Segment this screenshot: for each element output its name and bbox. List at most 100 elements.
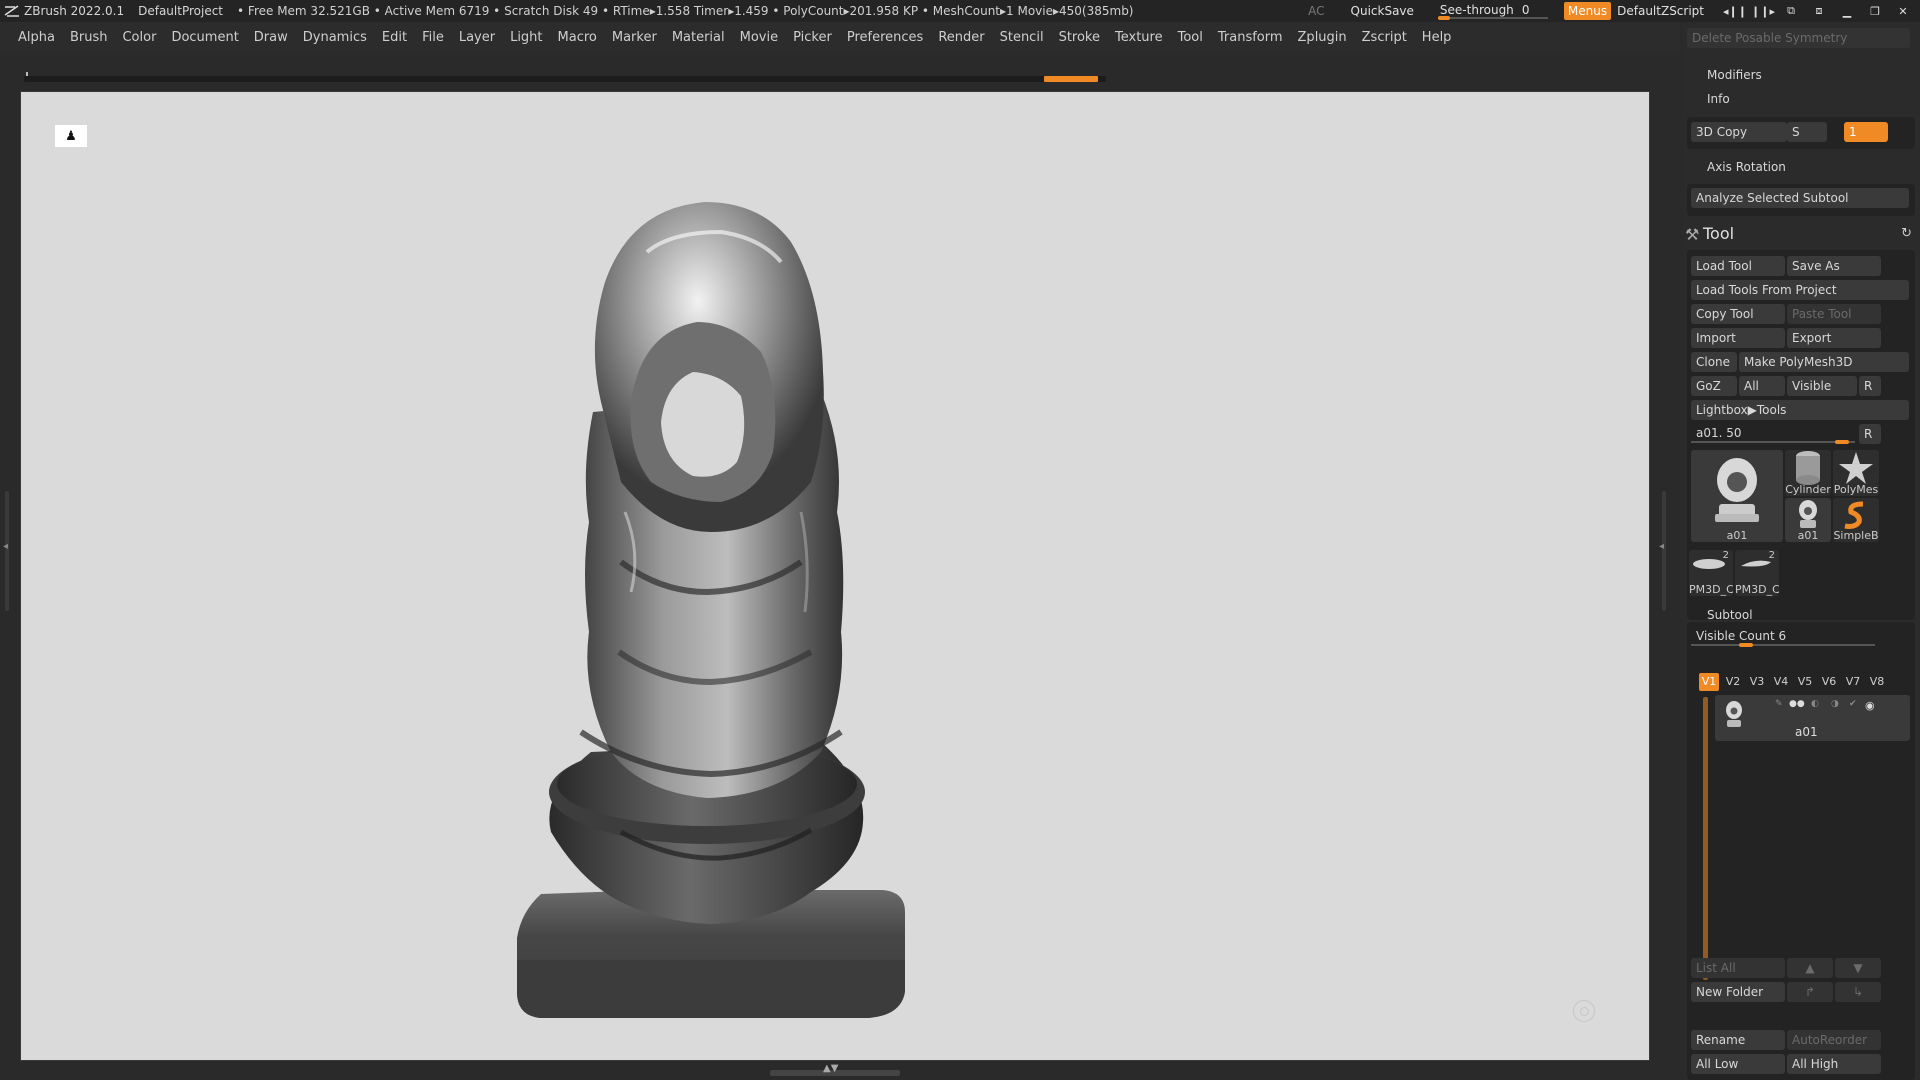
- goz-r-button[interactable]: R: [1859, 376, 1881, 396]
- menu-light[interactable]: Light: [510, 30, 542, 45]
- tool-thumb-a01-main[interactable]: a01: [1691, 450, 1783, 542]
- rename-button[interactable]: Rename: [1691, 1030, 1785, 1050]
- goz-visible-button[interactable]: Visible: [1787, 376, 1857, 396]
- subtool-material-icon[interactable]: ◐: [1811, 699, 1819, 709]
- document-canvas[interactable]: ♟: [20, 91, 1650, 1061]
- import-button[interactable]: Import: [1691, 328, 1785, 348]
- tool-r-button[interactable]: R: [1859, 424, 1881, 444]
- modifiers-header[interactable]: Modifiers: [1707, 68, 1762, 82]
- all-high-button[interactable]: All High: [1787, 1054, 1881, 1074]
- menu-draw[interactable]: Draw: [254, 30, 288, 45]
- paste-tool-button[interactable]: Paste Tool: [1787, 304, 1881, 324]
- subtool-header[interactable]: Subtool: [1707, 608, 1753, 622]
- move-into-folder-icon[interactable]: ↱: [1787, 982, 1833, 1002]
- default-zscript-button[interactable]: DefaultZScript: [1617, 4, 1704, 18]
- timeline-indicator[interactable]: [1044, 76, 1098, 82]
- visible-count-knob[interactable]: [1739, 643, 1753, 647]
- window-left-icon[interactable]: ⧉: [1780, 2, 1802, 20]
- menu-transform[interactable]: Transform: [1218, 30, 1283, 45]
- subtool-tab-v8[interactable]: V8: [1867, 673, 1887, 691]
- menu-marker[interactable]: Marker: [612, 30, 657, 45]
- all-low-button[interactable]: All Low: [1691, 1054, 1785, 1074]
- subtool-list-scrollbar[interactable]: [1703, 697, 1708, 980]
- tool-thumb-pm3d-2[interactable]: 2 PM3D_C: [1735, 550, 1779, 596]
- palette-narrow-icon[interactable]: ❙❙▸: [1751, 2, 1775, 20]
- expand-right-icon[interactable]: ◂: [1659, 541, 1664, 552]
- menu-render[interactable]: Render: [938, 30, 984, 45]
- menu-preferences[interactable]: Preferences: [847, 30, 923, 45]
- analyze-selected-subtool-button[interactable]: Analyze Selected Subtool: [1691, 188, 1909, 208]
- tool-palette-header[interactable]: ⚒ Tool ↻: [1683, 222, 1920, 248]
- menu-alpha[interactable]: Alpha: [18, 30, 55, 45]
- menu-material[interactable]: Material: [672, 30, 725, 45]
- axis-rotation-header[interactable]: Axis Rotation: [1707, 160, 1786, 174]
- subtool-tab-v5[interactable]: V5: [1795, 673, 1815, 691]
- project-name[interactable]: DefaultProject: [138, 4, 223, 18]
- make-polymesh3d-button[interactable]: Make PolyMesh3D: [1739, 352, 1909, 372]
- expand-left-icon[interactable]: ◂: [3, 541, 8, 552]
- timeline-track[interactable]: [24, 76, 1106, 82]
- new-folder-button[interactable]: New Folder: [1691, 982, 1785, 1002]
- menu-dynamics[interactable]: Dynamics: [303, 30, 367, 45]
- goz-all-button[interactable]: All: [1739, 376, 1785, 396]
- menu-brush[interactable]: Brush: [70, 30, 108, 45]
- load-tool-button[interactable]: Load Tool: [1691, 256, 1785, 276]
- see-through-slider[interactable]: See-through 0: [1437, 2, 1550, 20]
- palette-wide-icon[interactable]: ◂❙❙: [1723, 2, 1747, 20]
- lightbox-tools-button[interactable]: Lightbox▶Tools: [1691, 400, 1909, 420]
- menu-macro[interactable]: Macro: [558, 30, 597, 45]
- subtool-polypaint-icon[interactable]: ●●: [1789, 699, 1805, 709]
- sculpt-model[interactable]: [21, 92, 1651, 1062]
- subtool-tab-v6[interactable]: V6: [1819, 673, 1839, 691]
- goz-button[interactable]: GoZ: [1691, 376, 1737, 396]
- export-button[interactable]: Export: [1787, 328, 1881, 348]
- clone-button[interactable]: Clone: [1691, 352, 1737, 372]
- menu-picker[interactable]: Picker: [793, 30, 832, 45]
- menu-stencil[interactable]: Stencil: [1000, 30, 1044, 45]
- menu-document[interactable]: Document: [171, 30, 238, 45]
- subtool-tab-v7[interactable]: V7: [1843, 673, 1863, 691]
- menu-help[interactable]: Help: [1422, 30, 1452, 45]
- window-right-icon[interactable]: ⧈: [1808, 2, 1830, 20]
- menus-button[interactable]: Menus: [1563, 2, 1612, 20]
- close-icon[interactable]: ✕: [1892, 2, 1914, 20]
- move-down-icon[interactable]: ▼: [1835, 958, 1881, 978]
- subtool-tab-v4[interactable]: V4: [1771, 673, 1791, 691]
- menu-stroke[interactable]: Stroke: [1059, 30, 1100, 45]
- subtool-visibility-eye-icon[interactable]: ◉: [1865, 699, 1875, 712]
- menu-tool[interactable]: Tool: [1178, 30, 1203, 45]
- maximize-icon[interactable]: ❐: [1864, 2, 1886, 20]
- menu-edit[interactable]: Edit: [382, 30, 407, 45]
- expand-bottom-icon[interactable]: ▲▼: [823, 1063, 838, 1074]
- list-all-button[interactable]: List All: [1691, 958, 1785, 978]
- subtool-tab-v1[interactable]: V1: [1699, 673, 1719, 691]
- move-out-folder-icon[interactable]: ↳: [1835, 982, 1881, 1002]
- copy3d-button[interactable]: 3D Copy: [1691, 122, 1787, 142]
- subtool-merge-icon[interactable]: ✔: [1849, 699, 1857, 709]
- copy3d-value-field[interactable]: 1: [1844, 122, 1888, 142]
- move-up-icon[interactable]: ▲: [1787, 958, 1833, 978]
- menu-file[interactable]: File: [422, 30, 444, 45]
- menu-color[interactable]: Color: [122, 30, 156, 45]
- visible-count-slider[interactable]: Visible Count 6: [1691, 627, 1891, 647]
- tool-thumb-cylinder[interactable]: Cylinder: [1785, 450, 1831, 496]
- subtool-tab-v2[interactable]: V2: [1723, 673, 1743, 691]
- subtool-edit-icon[interactable]: ✎: [1775, 699, 1783, 709]
- tool-thumb-polymesh[interactable]: PolyMes: [1833, 450, 1879, 496]
- subtool-tab-v3[interactable]: V3: [1747, 673, 1767, 691]
- copy-tool-button[interactable]: Copy Tool: [1691, 304, 1785, 324]
- tool-thumb-a01-small[interactable]: a01: [1785, 498, 1831, 542]
- minimize-icon[interactable]: ▁: [1836, 2, 1858, 20]
- subtool-lock-icon[interactable]: ◑: [1831, 699, 1839, 709]
- quicksave-button[interactable]: QuickSave: [1351, 4, 1414, 18]
- see-through-knob[interactable]: [1437, 16, 1450, 20]
- refresh-icon[interactable]: ↻: [1901, 226, 1912, 241]
- tool-index-knob[interactable]: [1835, 440, 1849, 444]
- navigation-icon[interactable]: [1573, 1000, 1595, 1022]
- tool-thumb-pm3d-1[interactable]: 2 PM3D_C: [1689, 550, 1733, 596]
- menu-zplugin[interactable]: Zplugin: [1298, 30, 1347, 45]
- menu-texture[interactable]: Texture: [1115, 30, 1163, 45]
- menu-zscript[interactable]: Zscript: [1362, 30, 1407, 45]
- menu-layer[interactable]: Layer: [459, 30, 495, 45]
- ac-button[interactable]: AC: [1308, 4, 1324, 18]
